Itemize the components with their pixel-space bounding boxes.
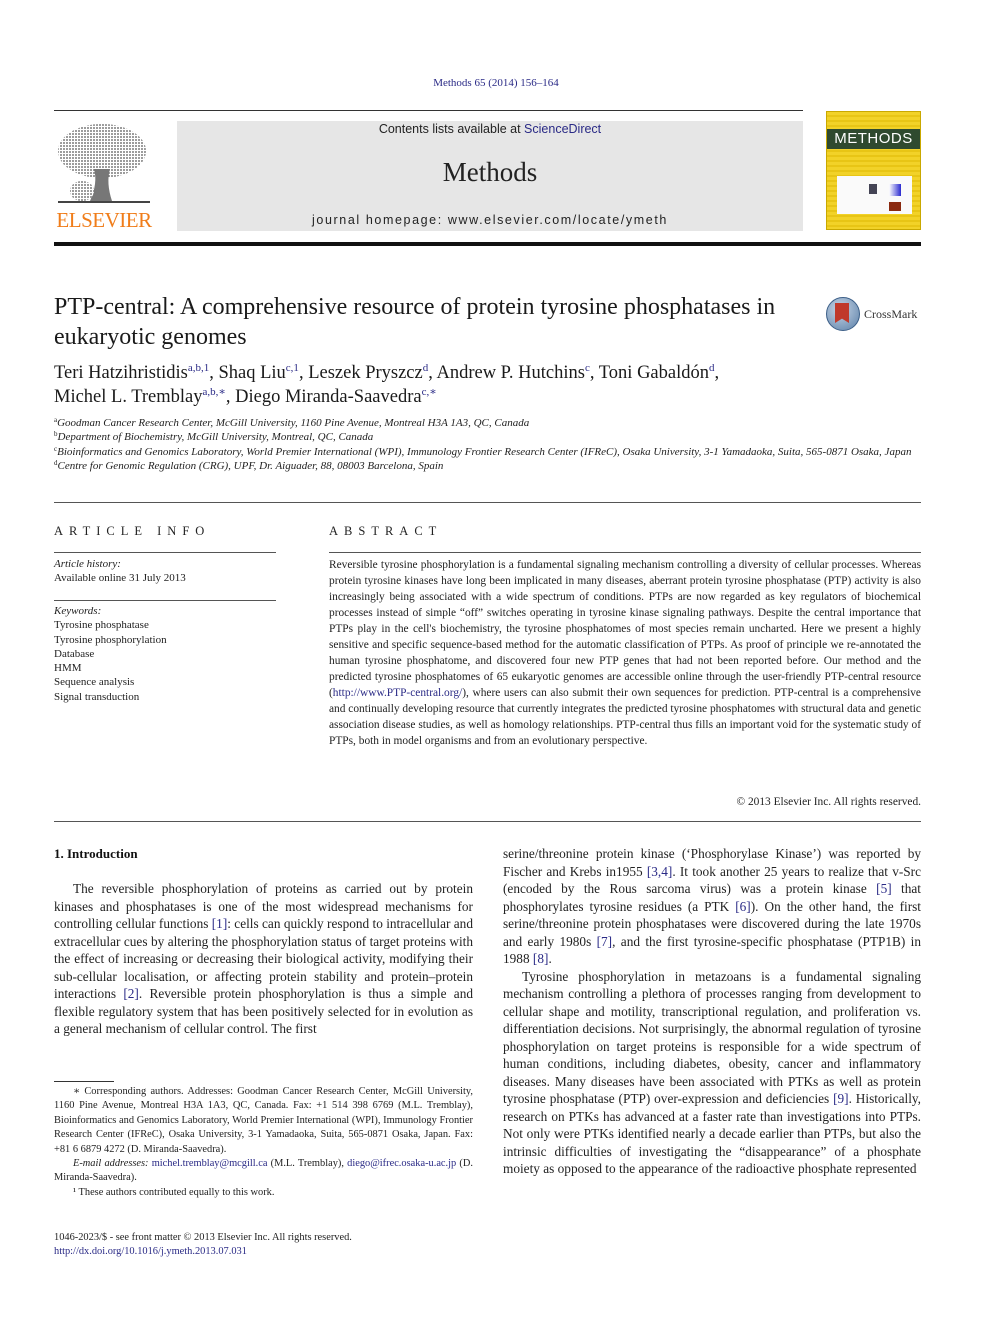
author-name: Toni Gabaldón: [598, 363, 709, 383]
citation-link[interactable]: [6]: [735, 899, 751, 914]
cover-figure-panel: [889, 184, 901, 196]
journal-masthead: Contents lists available at ScienceDirec…: [177, 121, 803, 231]
abstract-text-part: Reversible tyrosine phosphorylation is a…: [329, 559, 921, 699]
author-name: Leszek Pryszcz: [308, 363, 423, 383]
affiliations: aGoodman Cancer Research Center, McGill …: [54, 416, 921, 474]
body-paragraph: Tyrosine phosphorylation in metazoans is…: [503, 968, 921, 1178]
abstract-text: Reversible tyrosine phosphorylation is a…: [329, 557, 921, 749]
elsevier-logo[interactable]: ELSEVIER: [54, 121, 154, 233]
author-affiliation-marker[interactable]: c,1: [286, 362, 299, 374]
author-separator: ,: [714, 363, 720, 383]
affiliation-item: bDepartment of Biochemistry, McGill Univ…: [54, 430, 921, 444]
footnote-rule: [54, 1081, 114, 1082]
email-label: E-mail addresses:: [73, 1158, 152, 1170]
abstract-copyright: © 2013 Elsevier Inc. All rights reserved…: [736, 796, 921, 808]
body-column-left: The reversible phosphorylation of protei…: [54, 880, 473, 1038]
author-affiliation-marker[interactable]: a,b,1: [188, 362, 209, 374]
article-history-label: Article history:: [54, 558, 121, 570]
equal-contribution-note: ¹ These authors contributed equally to t…: [73, 1186, 275, 1198]
body-paragraph: serine/threonine protein kinase (‘Phosph…: [503, 845, 921, 968]
cover-figure: [837, 176, 912, 214]
affiliation-text: Department of Biochemistry, McGill Unive…: [57, 431, 374, 444]
body-text: Tyrosine phosphorylation in metazoans is…: [503, 968, 921, 1107]
cover-figure-panel: [889, 202, 901, 211]
cover-figure-panel: [869, 184, 877, 194]
citation-link[interactable]: [9]: [833, 1091, 849, 1106]
homepage-prefix: journal homepage:: [312, 213, 448, 227]
affiliation-item: cBioinformatics and Genomics Laboratory,…: [54, 445, 921, 459]
email-link[interactable]: diego@ifrec.osaka-u.ac.jp: [347, 1158, 456, 1169]
keyword-item: Sequence analysis: [54, 676, 135, 689]
email-addresses: E-mail addresses: michel.tremblay@mcgill…: [54, 1157, 473, 1186]
affiliations-rule: [54, 502, 921, 503]
article-info-rule: [54, 552, 276, 553]
author-name: Teri Hatzihristidis: [54, 363, 188, 383]
footnotes: ∗ Corresponding authors. Addresses: Good…: [54, 1085, 473, 1200]
doi-link[interactable]: http://dx.doi.org/10.1016/j.ymeth.2013.0…: [54, 1245, 473, 1259]
keyword-item: Signal transduction: [54, 690, 140, 703]
crossmark-label: CrossMark: [864, 307, 918, 321]
keyword-item: HMM: [54, 662, 82, 675]
keyword-item: Tyrosine phosphorylation: [54, 633, 167, 646]
elsevier-tree-icon: [58, 124, 150, 203]
body-column-right: serine/threonine protein kinase (‘Phosph…: [503, 845, 921, 1178]
affiliation-text: Centre for Genomic Regulation (CRG), UPF…: [57, 460, 444, 473]
section-heading-introduction: 1. Introduction: [54, 846, 138, 861]
body-paragraph: The reversible phosphorylation of protei…: [54, 880, 473, 1038]
author-affiliation-marker[interactable]: c,∗: [422, 386, 437, 398]
author-separator: ,: [298, 363, 309, 383]
article-title: PTP-central: A comprehensive resource of…: [54, 294, 776, 350]
citation-link[interactable]: [5]: [876, 881, 892, 896]
journal-title: Methods: [442, 157, 538, 187]
article-info-heading: ARTICLE INFO: [54, 524, 211, 538]
cover-title: METHODS: [834, 130, 913, 147]
front-matter-rule: [54, 821, 921, 822]
abstract-rule: [329, 552, 921, 553]
article-history-value: Available online 31 July 2013: [54, 572, 186, 585]
header-thick-rule: [54, 242, 921, 246]
citation-link[interactable]: [8]: [533, 951, 549, 966]
author-separator: ,: [589, 363, 599, 383]
author-affiliation-marker[interactable]: a,b,∗: [203, 386, 226, 398]
crossmark-button[interactable]: CrossMark: [826, 297, 926, 333]
keywords: Keywords: Tyrosine phosphatase Tyrosine …: [54, 604, 276, 704]
author-name: Andrew P. Hutchins: [436, 363, 585, 383]
email-link[interactable]: michel.tremblay@mcgill.ca: [152, 1158, 268, 1169]
affiliation-item: aGoodman Cancer Research Center, McGill …: [54, 416, 921, 430]
body-text: .: [548, 951, 552, 966]
header-top-rule: [54, 110, 803, 111]
citation-link[interactable]: [2]: [123, 986, 139, 1001]
author-separator: ,: [225, 387, 236, 407]
publication-info: 1046-2023/$ - see front matter © 2013 El…: [54, 1231, 473, 1260]
journal-reference-link[interactable]: Methods 65 (2014) 156–164: [0, 77, 992, 89]
author-list: Teri Hatzihristidisa,b,1, Shaq Liuc,1, L…: [54, 361, 924, 409]
contents-prefix: Contents lists available at: [378, 122, 525, 136]
contents-available-line: Contents lists available at ScienceDirec…: [177, 122, 803, 136]
keyword-item: Tyrosine phosphatase: [54, 619, 149, 632]
journal-homepage-line: journal homepage: www.elsevier.com/locat…: [177, 213, 803, 227]
author-name: Michel L. Tremblay: [54, 387, 203, 407]
citation-link[interactable]: [1]: [212, 916, 228, 931]
corresponding-author-note: ∗ Corresponding authors. Addresses: Good…: [54, 1086, 473, 1155]
citation-link[interactable]: [3,4]: [647, 864, 672, 879]
email-owner: (M.L. Tremblay),: [267, 1158, 348, 1170]
author-name: Diego Miranda-Saavedra: [235, 387, 422, 407]
affiliation-text: Goodman Cancer Research Center, McGill U…: [57, 417, 530, 429]
keywords-rule: [54, 600, 276, 601]
keywords-label: Keywords:: [54, 605, 102, 617]
affiliation-text: Bioinformatics and Genomics Laboratory, …: [57, 445, 912, 458]
article-history: Article history: Available online 31 Jul…: [54, 557, 276, 586]
affiliation-item: dCentre for Genomic Regulation (CRG), UP…: [54, 459, 921, 473]
homepage-url-link[interactable]: www.elsevier.com/locate/ymeth: [448, 213, 668, 227]
citation-link[interactable]: [7]: [597, 934, 613, 949]
abstract-heading: ABSTRACT: [329, 524, 443, 538]
author-name: Shaq Liu: [218, 363, 286, 383]
elsevier-wordmark: ELSEVIER: [56, 208, 152, 232]
sciencedirect-link[interactable]: ScienceDirect: [524, 122, 601, 136]
issn-line: 1046-2023/$ - see front matter © 2013 El…: [54, 1232, 352, 1243]
keyword-item: Database: [54, 647, 95, 660]
journal-cover-thumbnail[interactable]: METHODS: [826, 111, 921, 230]
ptp-central-link[interactable]: http://www.PTP-central.org/: [333, 687, 462, 699]
